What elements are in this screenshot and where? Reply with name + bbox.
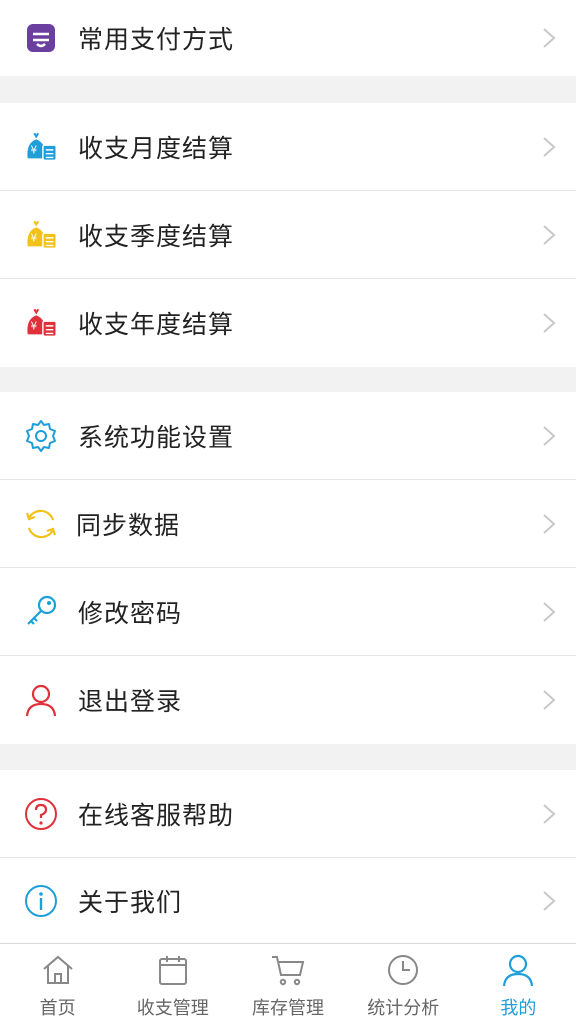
chevron-right-icon <box>543 804 556 824</box>
menu-label: 退出登录 <box>78 687 183 716</box>
menu-item-logout[interactable]: 退出登录 <box>0 656 576 744</box>
svg-text:¥: ¥ <box>31 233 38 245</box>
menu-label: 修改密码 <box>78 599 183 628</box>
chevron-right-icon <box>543 426 556 446</box>
menu-item-change-password[interactable]: 修改密码 <box>0 568 576 656</box>
svg-text:¥: ¥ <box>31 145 38 157</box>
bottom-tab-bar: 首页 收支管理 库存管理 统计分析 我的 <box>0 943 576 1024</box>
menu-label: 收支月度结算 <box>78 134 235 163</box>
menu-item-quarterly-settlement[interactable]: ¥ 收支季度结算 <box>0 191 576 279</box>
menu-label: 关于我们 <box>78 887 183 917</box>
key-icon <box>22 593 60 631</box>
chevron-right-icon <box>543 137 556 157</box>
tab-income-expense[interactable]: 收支管理 <box>115 944 230 1024</box>
money-bag-blue-icon: ¥ <box>22 128 60 166</box>
chevron-right-icon <box>543 28 556 48</box>
svg-text:¥: ¥ <box>31 321 38 333</box>
mine-screen: 常用支付方式 ¥ 收支月度结算 ¥ 收支季度结算 ¥ 收支年度结算 系统功能设置… <box>0 0 576 1024</box>
menu-label: 在线客服帮助 <box>78 801 235 830</box>
tab-inventory[interactable]: 库存管理 <box>230 944 345 1024</box>
menu-item-payment-methods[interactable]: 常用支付方式 <box>0 0 576 76</box>
tab-home[interactable]: 首页 <box>0 944 115 1024</box>
menu-item-monthly-settlement[interactable]: ¥ 收支月度结算 <box>0 103 576 191</box>
menu-label: 常用支付方式 <box>78 25 235 54</box>
cart-icon <box>270 952 306 988</box>
user-icon <box>22 681 60 719</box>
tab-label: 首页 <box>39 998 76 1019</box>
tab-label: 库存管理 <box>252 998 324 1019</box>
chevron-right-icon <box>543 225 556 245</box>
menu-item-online-support[interactable]: 在线客服帮助 <box>0 770 576 858</box>
tab-label: 我的 <box>500 998 537 1019</box>
menu-label: 同步数据 <box>76 511 181 540</box>
menu-item-yearly-settlement[interactable]: ¥ 收支年度结算 <box>0 279 576 367</box>
user-icon <box>500 952 536 988</box>
tab-label: 收支管理 <box>136 998 209 1019</box>
chevron-right-icon <box>543 690 556 710</box>
chevron-right-icon <box>543 890 556 911</box>
clock-icon <box>385 952 421 988</box>
calendar-icon <box>155 952 191 988</box>
chevron-right-icon <box>543 313 556 333</box>
money-bag-red-icon: ¥ <box>22 304 60 342</box>
menu-item-settings[interactable]: 系统功能设置 <box>0 392 576 480</box>
home-icon <box>40 952 76 988</box>
menu-label: 收支季度结算 <box>78 222 235 251</box>
menu-item-sync[interactable]: 同步数据 <box>0 480 576 568</box>
tab-statistics[interactable]: 统计分析 <box>346 944 461 1024</box>
menu-label: 系统功能设置 <box>78 423 235 452</box>
tab-mine[interactable]: 我的 <box>461 944 576 1024</box>
tab-label: 统计分析 <box>367 998 440 1019</box>
question-icon <box>22 795 60 833</box>
money-bag-yellow-icon: ¥ <box>22 216 60 254</box>
gear-icon <box>22 417 60 455</box>
menu-item-about-us[interactable]: 关于我们 <box>0 858 576 943</box>
info-icon <box>22 882 60 920</box>
payment-methods-icon <box>22 19 60 57</box>
chevron-right-icon <box>543 602 556 622</box>
sync-icon <box>22 505 60 543</box>
menu-label: 收支年度结算 <box>78 310 235 339</box>
chevron-right-icon <box>543 514 556 534</box>
